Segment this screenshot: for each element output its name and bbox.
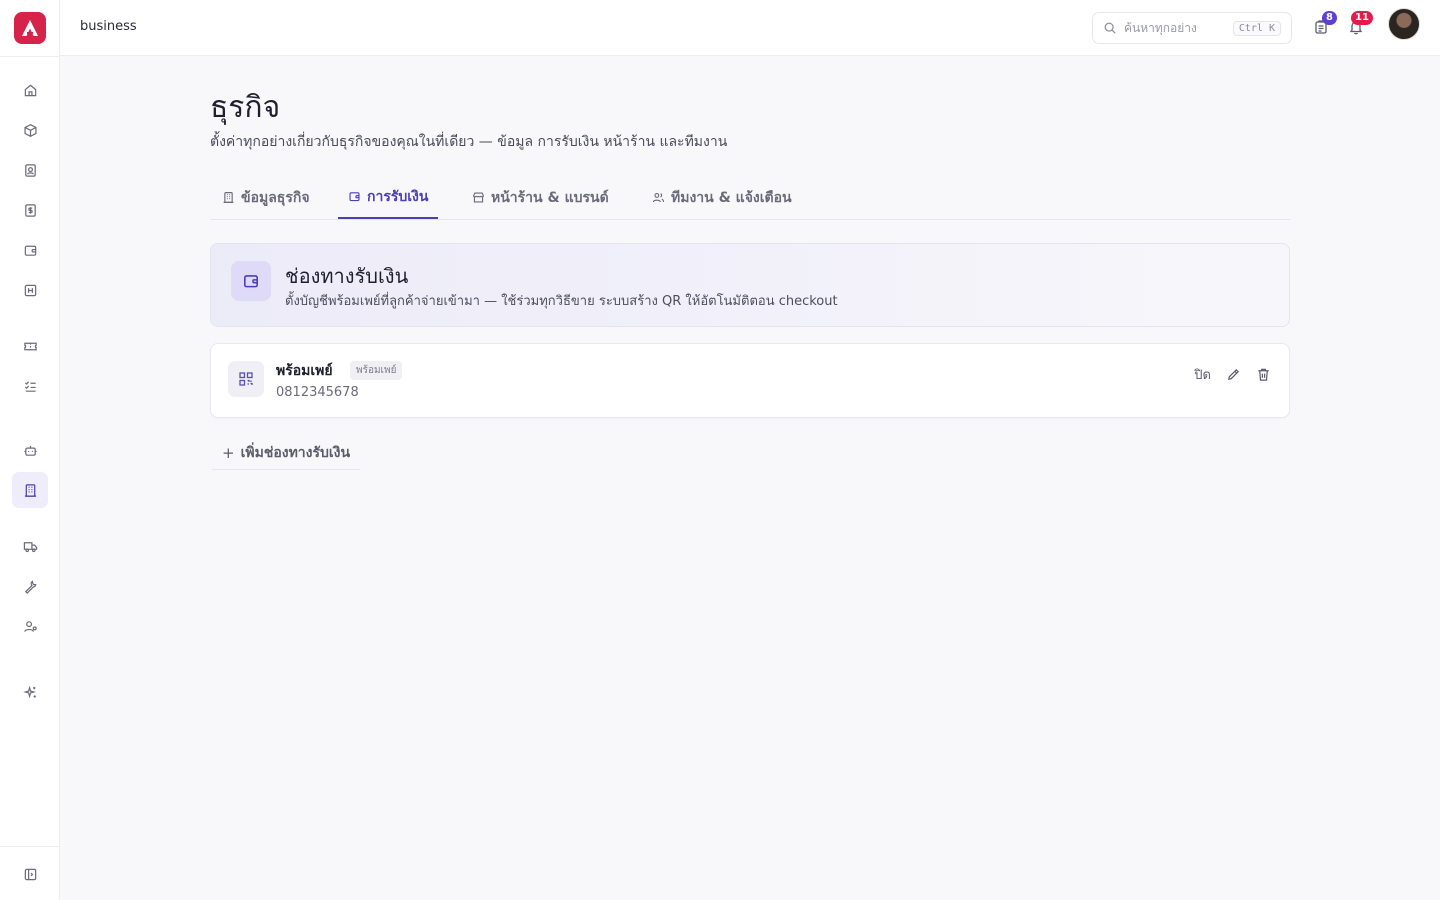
calendar-icon: [24, 284, 36, 296]
building-icon: [223, 192, 234, 203]
sidebar-item-tickets[interactable]: [12, 328, 48, 364]
sidebar-item-tools[interactable]: [12, 568, 48, 604]
ticket-icon: [23, 342, 37, 350]
account-name: พร้อมเพย์: [276, 363, 333, 379]
sidebar-item-business[interactable]: [12, 472, 48, 508]
logo-icon: [22, 20, 38, 36]
tab-label: ทีมงาน & แจ้งเตือน: [671, 189, 792, 206]
sidebar-item-shipping[interactable]: [12, 528, 48, 564]
checklist-icon: [24, 380, 36, 392]
tab-label: ข้อมูลธุรกิจ: [241, 189, 310, 206]
tab-storefront[interactable]: หน้าร้าน & แบรนด์: [462, 176, 619, 219]
wrench-icon: [24, 579, 36, 594]
contact-icon: [24, 163, 36, 177]
app-logo[interactable]: [14, 12, 46, 44]
receipt-icon: [24, 203, 36, 217]
truck-icon: [23, 541, 37, 552]
payment-channels-header: ช่องทางรับเงิน ตั้งบัญชีพร้อมเพย์ที่ลูกค…: [210, 243, 1290, 327]
wallet-icon: [24, 245, 36, 256]
tab-label: การรับเงิน: [367, 188, 429, 205]
page-subtitle: ตั้งค่าทุกอย่างเกี่ยวกับธุรกิจของคุณในที…: [210, 134, 728, 150]
sidebar-item-wallet[interactable]: [12, 232, 48, 268]
home-icon: [24, 84, 36, 96]
tab-bar: ข้อมูลธุรกิจ การรับเงิน หน้าร้าน & แบรนด…: [210, 176, 1290, 220]
section-description: ตั้งบัญชีพร้อมเพย์ที่ลูกค้าจ่ายเข้ามา — …: [285, 294, 838, 309]
qr-code-icon: [228, 361, 264, 397]
trash-icon: [1257, 368, 1269, 381]
toggle-enabled-button[interactable]: ปิด: [1194, 364, 1211, 385]
sidebar-item-users[interactable]: [12, 608, 48, 644]
add-channel-label: เพิ่มช่องทางรับเงิน: [240, 444, 351, 461]
sidebar-item-sales[interactable]: [12, 192, 48, 228]
sidebar-item-calendar[interactable]: [12, 272, 48, 308]
account-actions: ปิด: [1194, 364, 1271, 385]
collapse-sidebar-icon: [24, 868, 36, 880]
plus-icon: +: [222, 443, 235, 462]
account-type-badge: พร้อมเพย์: [350, 361, 403, 380]
sparkles-icon: [22, 685, 36, 698]
delete-button[interactable]: [1255, 367, 1271, 383]
payment-account-card: พร้อมเพย์ พร้อมเพย์ 0812345678 ปิด: [210, 343, 1290, 418]
user-avatar[interactable]: [1388, 8, 1420, 40]
store-icon: [473, 192, 484, 203]
wallet-icon: [231, 261, 271, 301]
tab-payments[interactable]: การรับเงิน: [338, 176, 439, 219]
sidebar: [0, 0, 60, 900]
building-icon: [24, 483, 36, 497]
collapse-sidebar-button[interactable]: [12, 856, 48, 892]
search-input[interactable]: [1124, 21, 1233, 35]
section-title: ช่องทางรับเงิน: [285, 264, 409, 288]
box-icon: [23, 123, 37, 137]
sidebar-item-bot[interactable]: [12, 432, 48, 468]
sidebar-item-ai[interactable]: [12, 674, 48, 710]
search-icon: [1104, 22, 1116, 34]
bot-icon: [23, 445, 37, 456]
tasks-count-badge: 8: [1322, 11, 1337, 25]
search-shortcut: Ctrl K: [1232, 20, 1281, 36]
notifications-count-badge: 11: [1351, 11, 1373, 25]
sidebar-item-products[interactable]: [12, 112, 48, 148]
pencil-icon: [1227, 368, 1239, 380]
sidebar-item-tasks[interactable]: [12, 368, 48, 404]
global-search[interactable]: Ctrl K: [1092, 12, 1292, 44]
sidebar-item-home[interactable]: [12, 72, 48, 108]
sidebar-divider: [0, 846, 60, 847]
add-payment-channel-button[interactable]: + เพิ่มช่องทางรับเงิน: [212, 436, 361, 470]
topbar: business Ctrl K 8 11: [60, 0, 1440, 56]
users-icon: [652, 193, 665, 203]
tab-business-info[interactable]: ข้อมูลธุรกิจ: [212, 176, 320, 219]
user-settings-icon: [23, 620, 37, 632]
breadcrumb[interactable]: business: [80, 19, 137, 34]
edit-button[interactable]: [1225, 367, 1241, 383]
page-title: ธุรกิจ: [210, 90, 281, 125]
sidebar-divider: [0, 56, 60, 57]
tab-label: หน้าร้าน & แบรนด์: [491, 189, 609, 206]
tab-team[interactable]: ทีมงาน & แจ้งเตือน: [642, 176, 802, 219]
account-number: 0812345678: [276, 385, 359, 400]
sidebar-item-contacts[interactable]: [12, 152, 48, 188]
wallet-icon: [349, 192, 360, 202]
